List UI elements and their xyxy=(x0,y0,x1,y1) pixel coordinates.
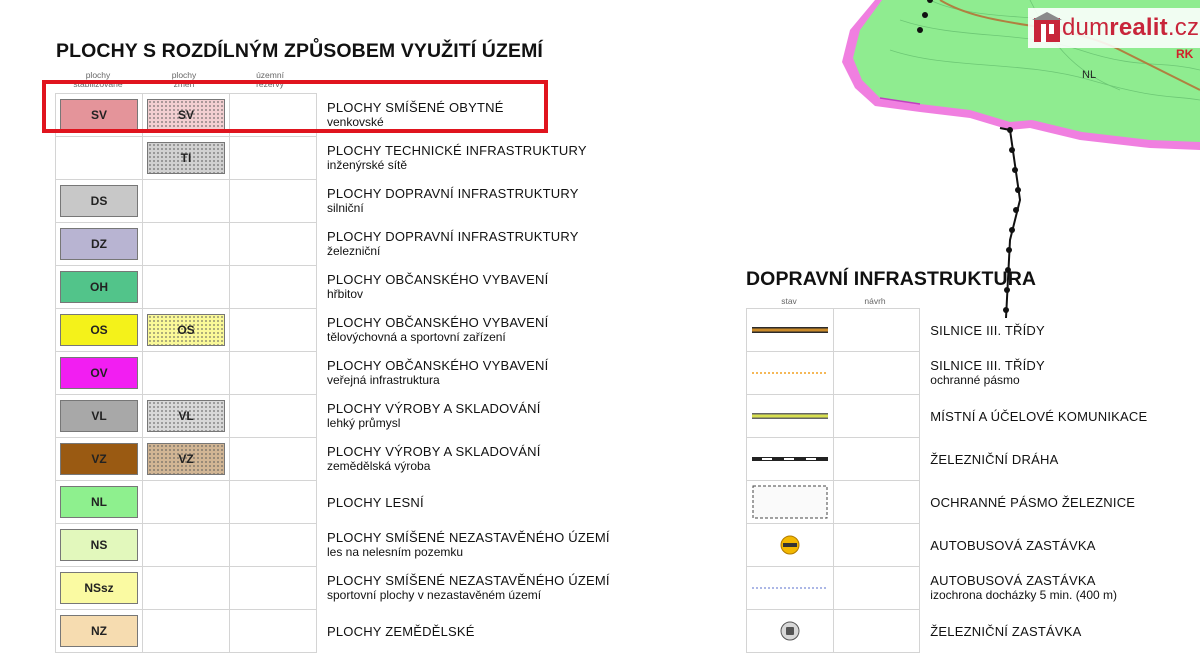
swatch-stabilized: DS xyxy=(60,185,138,217)
row-title: PLOCHY ZEMĚDĚLSKÉ xyxy=(327,623,475,639)
train-stop-icon xyxy=(780,621,800,641)
row-title: SILNICE III. TŘÍDY xyxy=(930,322,1045,338)
col-header-proposal: návrh xyxy=(864,296,886,306)
row-subtitle: hřbitov xyxy=(327,287,364,301)
row-title: PLOCHY DOPRAVNÍ INFRASTRUKTURY xyxy=(327,229,579,244)
swatch-stabilized: NSsz xyxy=(60,572,138,604)
row-title: PLOCHY OBČANSKÉHO VYBAVENÍ xyxy=(327,272,549,287)
row-title: PLOCHY DOPRAVNÍ INFRASTRUKTURY xyxy=(327,186,579,201)
swatch-stabilized: VL xyxy=(60,400,138,432)
row-subtitle: veřejná infrastruktura xyxy=(327,373,440,387)
legend-row: NZ PLOCHY ZEMĚDĚLSKÉ xyxy=(55,609,648,653)
legend-row: NL PLOCHY LESNÍ xyxy=(55,480,648,524)
transport-row: ŽELEZNIČNÍ ZASTÁVKA xyxy=(746,609,1200,653)
symbol-dotted-blue-line xyxy=(746,566,834,610)
swatch-change: VZ xyxy=(147,443,225,475)
row-title: SILNICE III. TŘÍDY xyxy=(930,358,1045,373)
legend-row: TI PLOCHY TECHNICKÉ INFRASTRUKTURY inženýr… xyxy=(55,136,648,180)
row-title: ŽELEZNIČNÍ ZASTÁVKA xyxy=(930,623,1082,639)
row-title: PLOCHY VÝROBY A SKLADOVÁNÍ xyxy=(327,444,541,459)
row-title: PLOCHY TECHNICKÉ INFRASTRUKTURY xyxy=(327,143,587,158)
swatch-change: OS xyxy=(147,314,225,346)
legend-row: NSsz PLOCHY SMÍŠENÉ NEZASTAVĚNÉHO ÚZEMÍ sp… xyxy=(55,566,648,610)
swatch-stabilized: NS xyxy=(60,529,138,561)
right-legend-title: DOPRAVNÍ INFRASTRUKTURA xyxy=(746,268,1037,290)
col-header-state: stav xyxy=(781,296,797,306)
row-title: AUTOBUSOVÁ ZASTÁVKA xyxy=(930,573,1096,588)
row-title: PLOCHY OBČANSKÉHO VYBAVENÍ xyxy=(327,358,549,373)
row-title: ŽELEZNIČNÍ DRÁHA xyxy=(930,451,1059,467)
left-legend-title: PLOCHY S ROZDÍLNÝM ZPŮSOBEM VYUŽITÍ ÚZEM… xyxy=(56,40,543,62)
row-title: PLOCHY SMÍŠENÉ NEZASTAVĚNÉHO ÚZEMÍ xyxy=(327,573,610,588)
legend-row: VZ VZ PLOCHY VÝROBY A SKLADOVÁNÍ zemědělská… xyxy=(55,437,648,481)
row-subtitle: lehký průmysl xyxy=(327,416,401,430)
legend-row: DZ PLOCHY DOPRAVNÍ INFRASTRUKTURY železnič… xyxy=(55,222,648,266)
legend-row: NS PLOCHY SMÍŠENÉ NEZASTAVĚNÉHO ÚZEMÍ les … xyxy=(55,523,648,567)
swatch-stabilized: OH xyxy=(60,271,138,303)
row-subtitle: silniční xyxy=(327,201,364,215)
row-subtitle: ochranné pásmo xyxy=(930,373,1020,387)
dumrealit-logo[interactable]: dumrealit.cz xyxy=(1028,8,1200,48)
transport-row: AUTOBUSOVÁ ZASTÁVKA xyxy=(746,523,1200,567)
row-title: PLOCHY LESNÍ xyxy=(327,494,424,510)
legend-row: VL VL PLOCHY VÝROBY A SKLADOVÁNÍ lehký prům… xyxy=(55,394,648,438)
symbol-railway-line xyxy=(746,437,834,481)
row-title: PLOCHY OBČANSKÉHO VYBAVENÍ xyxy=(327,315,549,330)
transport-legend: SILNICE III. TŘÍDY SILNICE III. TŘÍDY ochr… xyxy=(746,308,1200,653)
row-title: MÍSTNÍ A ÚČELOVÉ KOMUNIKACE xyxy=(930,408,1148,424)
row-subtitle: tělovýchovná a sportovní zařízení xyxy=(327,330,506,344)
swatch-stabilized: DZ xyxy=(60,228,138,260)
transport-row: AUTOBUSOVÁ ZASTÁVKA izochrona docházky 5 … xyxy=(746,566,1200,610)
row-title: AUTOBUSOVÁ ZASTÁVKA xyxy=(930,537,1096,553)
row-title: PLOCHY SMÍŠENÉ NEZASTAVĚNÉHO ÚZEMÍ xyxy=(327,530,610,545)
swatch-stabilized: NZ xyxy=(60,615,138,647)
transport-row: SILNICE III. TŘÍDY xyxy=(746,308,1200,352)
swatch-stabilized: VZ xyxy=(60,443,138,475)
map-label-nl: NL xyxy=(1082,69,1096,81)
symbol-road-yellow-line xyxy=(746,394,834,438)
swatch-stabilized: OV xyxy=(60,357,138,389)
row-subtitle: inženýrské sítě xyxy=(327,158,408,172)
legend-row: OS OS PLOCHY OBČANSKÉHO VYBAVENÍ tělovýchov… xyxy=(55,308,648,352)
house-icon xyxy=(1032,12,1062,42)
row-subtitle: železniční xyxy=(327,244,381,258)
row-title: OCHRANNÉ PÁSMO ŽELEZNICE xyxy=(930,494,1136,510)
transport-row: OCHRANNÉ PÁSMO ŽELEZNICE xyxy=(746,480,1200,524)
row-subtitle: les na nelesním pozemku xyxy=(327,545,464,559)
map-label-rk: RK xyxy=(1176,47,1194,61)
row-subtitle: sportovní plochy v nezastavěném území xyxy=(327,588,542,602)
logo-text: dumrealit.cz xyxy=(1062,14,1200,41)
transport-row: MÍSTNÍ A ÚČELOVÉ KOMUNIKACE xyxy=(746,394,1200,438)
row-subtitle: izochrona docházky 5 min. (400 m) xyxy=(930,588,1118,602)
legend-row: OH PLOCHY OBČANSKÉHO VYBAVENÍ hřbitov xyxy=(55,265,648,309)
highlight-box xyxy=(42,80,548,133)
land-use-legend: SV SV PLOCHY SMÍŠENÉ OBYTNÉ venkovské TI PLOC… xyxy=(55,93,648,653)
swatch-stabilized: OS xyxy=(60,314,138,346)
legend-row: OV PLOCHY OBČANSKÉHO VYBAVENÍ veřejná infr… xyxy=(55,351,648,395)
symbol-dotted-orange-line xyxy=(746,351,834,395)
bus-stop-icon xyxy=(780,535,800,555)
row-subtitle: zemědělská výroba xyxy=(327,459,431,473)
swatch-change: VL xyxy=(147,400,225,432)
symbol-dashed-box xyxy=(746,480,834,524)
swatch-stabilized: NL xyxy=(60,486,138,518)
swatch-change: TI xyxy=(147,142,225,174)
symbol-road-brown-line xyxy=(746,308,834,352)
legend-row: DS PLOCHY DOPRAVNÍ INFRASTRUKTURY silniční xyxy=(55,179,648,223)
symbol-bus-stop-icon xyxy=(746,523,834,567)
symbol-train-stop-icon xyxy=(746,609,834,653)
row-title: PLOCHY VÝROBY A SKLADOVÁNÍ xyxy=(327,401,541,416)
transport-row: ŽELEZNIČNÍ DRÁHA xyxy=(746,437,1200,481)
transport-row: SILNICE III. TŘÍDY ochranné pásmo xyxy=(746,351,1200,395)
